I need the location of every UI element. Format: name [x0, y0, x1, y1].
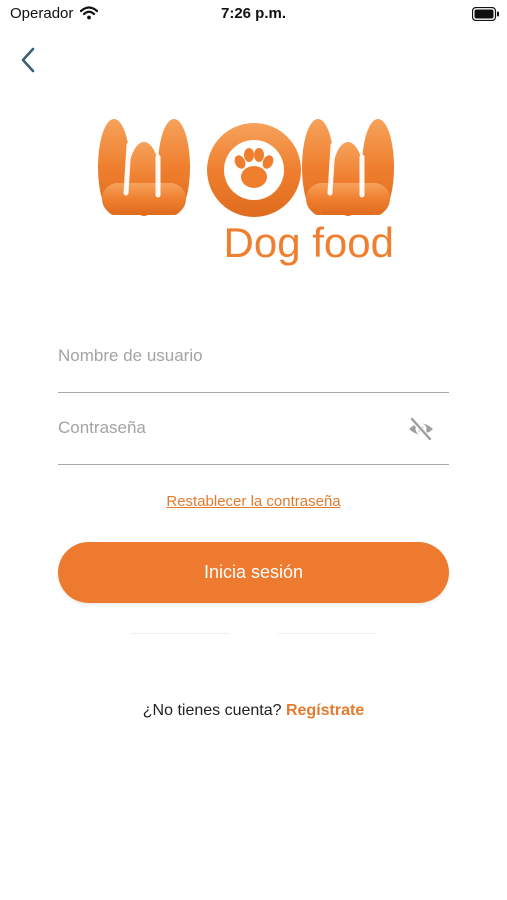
back-button[interactable]	[14, 44, 44, 76]
eye-slash-icon[interactable]	[407, 417, 435, 446]
brand-logo: Dog food	[96, 115, 416, 275]
divider-left	[130, 633, 230, 634]
signup-row: ¿No tienes cuenta? Regístrate	[0, 702, 507, 720]
username-input[interactable]	[58, 346, 388, 366]
battery-icon	[471, 6, 500, 26]
signup-link[interactable]: Regístrate	[286, 702, 364, 719]
password-input[interactable]	[58, 418, 388, 438]
password-field[interactable]	[58, 404, 449, 465]
status-bar: Operador 7:26 p.m.	[0, 0, 507, 28]
divider-right	[278, 633, 376, 634]
logo-subtitle: Dog food	[224, 219, 394, 266]
signup-prompt: ¿No tienes cuenta?	[142, 702, 282, 719]
clock-time: 7:26 p.m.	[220, 5, 287, 22]
login-button[interactable]: Inicia sesión	[58, 542, 449, 603]
chevron-left-icon	[21, 47, 35, 73]
username-field[interactable]	[58, 332, 449, 393]
reset-password-link[interactable]: Restablecer la contraseña	[0, 493, 507, 510]
